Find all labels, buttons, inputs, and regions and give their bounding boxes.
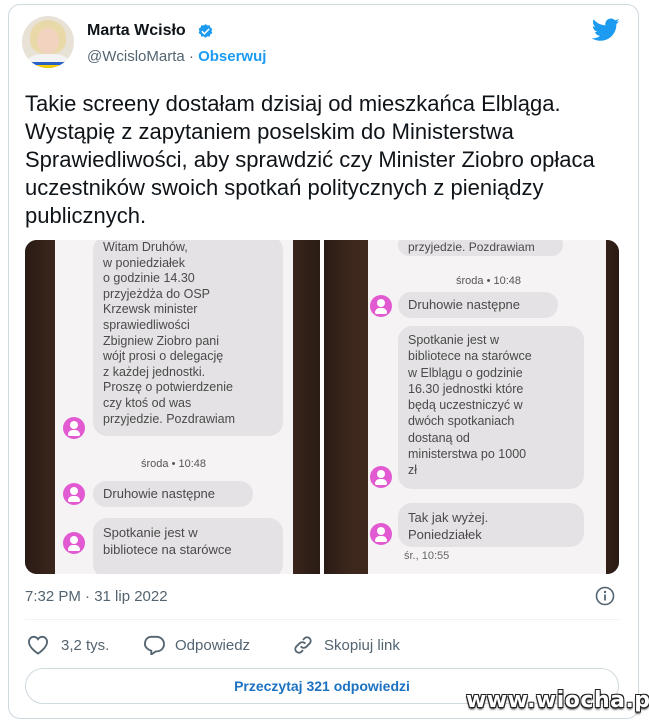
author-handle-line: @WcisloMarta · Obserwuj [87,48,266,65]
screenshot-left[interactable]: Witam Druhów, w poniedziałek o godzinie … [25,240,320,574]
message-bubble: przyjedzie. Pozdrawiam [398,240,563,256]
reply-bubble-icon [143,635,165,655]
follow-button[interactable]: Obserwuj [198,48,266,65]
message-bubble: Spotkanie jest w bibliotece na starówce … [398,326,584,489]
contact-avatar-icon [63,483,85,505]
heart-icon [27,635,49,655]
copy-link-label: Skopiuj link [324,636,400,654]
reply-button[interactable]: Odpowiedz [143,634,250,656]
author-handle[interactable]: @WcisloMarta [87,48,185,65]
avatar[interactable] [22,16,74,68]
tweet-text: Takie screeny dostałam dzisiaj od mieszk… [25,91,595,228]
twitter-bird-icon[interactable] [592,18,620,42]
message-bubble: Tak jak wyżej. Poniedziałek [398,503,584,547]
contact-avatar-icon [370,523,392,545]
reply-label: Odpowiedz [175,636,251,654]
like-count: 3,2 tys. [61,636,110,654]
phone-screen-right: przyjedzie. Pozdrawiam środa • 10:48 Dru… [368,240,606,574]
like-button[interactable]: 3,2 tys. [27,634,109,656]
tweet-media[interactable]: Witam Druhów, w poniedziałek o godzinie … [25,240,619,574]
copy-link-button[interactable]: Skopiuj link [292,634,400,656]
verified-badge-icon [198,24,213,38]
message-bubble: Druhowie następne [93,481,253,507]
watermark: www.wiocha.pl [466,688,649,713]
message-bubble: Spotkanie jest w bibliotece na starówce [93,518,283,574]
author-name[interactable]: Marta Wcisło [87,22,186,40]
phone-screen-left: Witam Druhów, w poniedziałek o godzinie … [55,240,293,574]
divider [25,619,619,620]
contact-avatar-icon [63,417,85,439]
contact-avatar-icon [370,295,392,317]
day-label: środa • 10:48 [456,275,522,287]
handle-separator: · [184,48,199,65]
message-bubble: Druhowie następne [398,292,558,318]
day-label: środa • 10:48 [141,458,207,470]
info-icon[interactable] [595,586,615,606]
link-icon [294,636,312,654]
message-time: śr., 10:55 [404,550,450,562]
message-bubble: Witam Druhów, w poniedziałek o godzinie … [93,240,283,436]
contact-avatar-icon [63,532,85,554]
tweet-timestamp[interactable]: 7:32 PM · 31 lip 2022 [25,588,168,605]
screenshot-right[interactable]: przyjedzie. Pozdrawiam środa • 10:48 Dru… [324,240,619,574]
contact-avatar-icon [370,466,392,488]
